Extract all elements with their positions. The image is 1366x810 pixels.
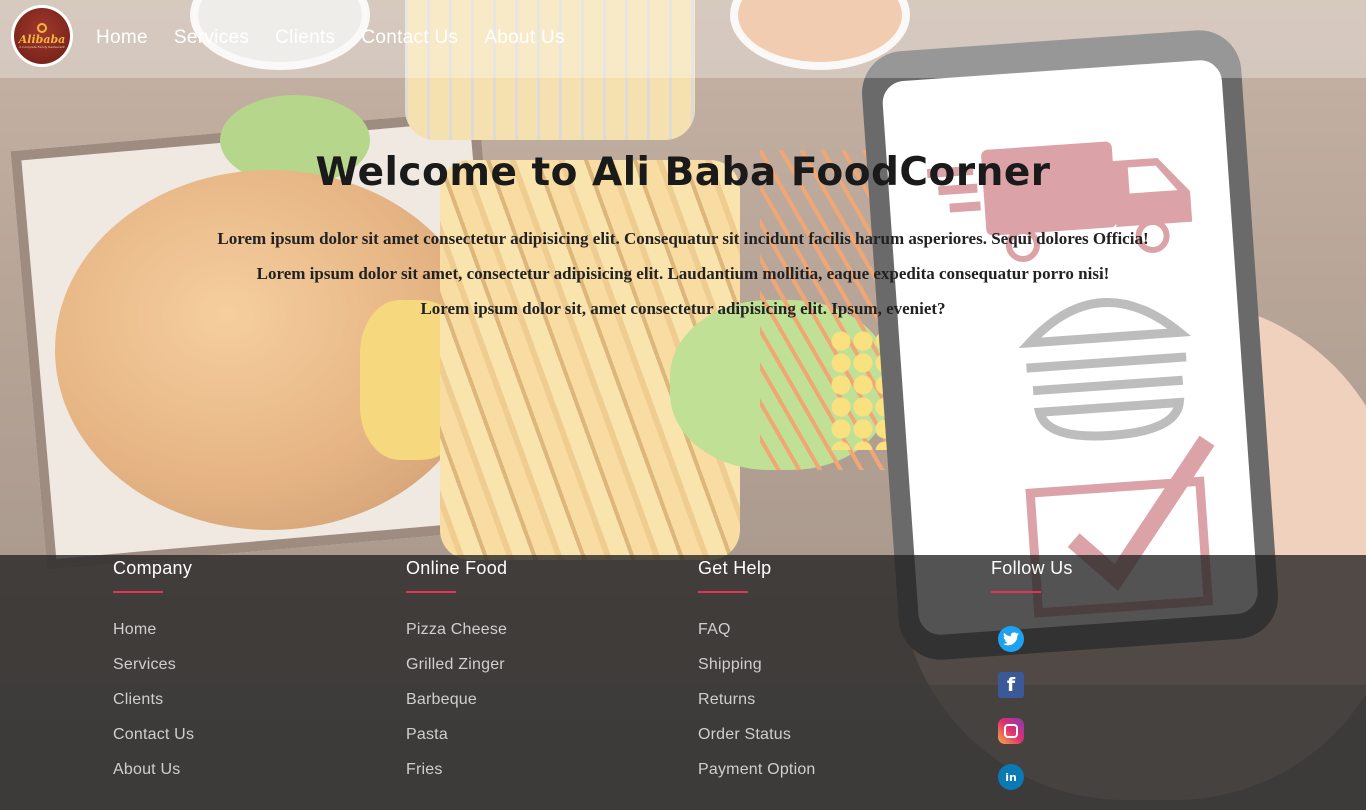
hero-line-2: Lorem ipsum dolor sit amet, consectetur … (256, 264, 1110, 283)
footer-heading-company: Company (113, 558, 193, 578)
footer-link-order-status[interactable]: Order Status (698, 726, 816, 761)
nav-contact-us[interactable]: Contact Us (361, 27, 458, 49)
instagram-icon[interactable] (998, 718, 1024, 744)
footer-link-grilled-zinger[interactable]: Grilled Zinger (406, 656, 507, 691)
hero-line-3: Lorem ipsum dolor sit, amet consectetur … (420, 299, 946, 318)
footer-heading-follow-us: Follow Us (991, 558, 1073, 578)
brand-logo[interactable]: Alibaba A Complete Family Restaurant (11, 5, 73, 67)
hero-line-1: Lorem ipsum dolor sit amet consectetur a… (217, 229, 1149, 248)
footer-link-about-us[interactable]: About Us (113, 761, 194, 796)
social-links: f in (991, 626, 1073, 790)
twitter-icon[interactable] (998, 626, 1024, 652)
footer-column-company: Company Home Services Clients Contact Us… (113, 558, 194, 796)
heading-underline (113, 591, 163, 593)
heading-underline (406, 591, 456, 593)
nav-home[interactable]: Home (96, 27, 148, 49)
nav-clients[interactable]: Clients (275, 27, 335, 49)
logo-tagline: A Complete Family Restaurant (19, 44, 65, 49)
footer-column-get-help: Get Help FAQ Shipping Returns Order Stat… (698, 558, 816, 796)
footer-link-returns[interactable]: Returns (698, 691, 816, 726)
hero-description: Lorem ipsum dolor sit amet consectetur a… (0, 228, 1366, 333)
hero-title: Welcome to Ali Baba FoodCorner (315, 150, 1051, 195)
footer-heading-get-help: Get Help (698, 558, 772, 578)
crown-icon (37, 22, 47, 33)
footer-link-barbeque[interactable]: Barbeque (406, 691, 507, 726)
footer-heading-online-food: Online Food (406, 558, 508, 578)
footer-link-payment-option[interactable]: Payment Option (698, 761, 816, 796)
top-navbar: Alibaba A Complete Family Restaurant Hom… (0, 0, 1366, 78)
footer-link-faq[interactable]: FAQ (698, 621, 816, 656)
main-nav: Home Services Clients Contact Us About U… (96, 27, 565, 49)
footer-link-pizza-cheese[interactable]: Pizza Cheese (406, 621, 507, 656)
footer-column-follow-us: Follow Us f in (991, 558, 1073, 810)
logo-text: Alibaba (18, 32, 66, 46)
footer-link-contact-us[interactable]: Contact Us (113, 726, 194, 761)
heading-underline (698, 591, 748, 593)
footer-link-fries[interactable]: Fries (406, 761, 507, 796)
footer-link-clients[interactable]: Clients (113, 691, 194, 726)
linkedin-icon[interactable]: in (998, 764, 1024, 790)
footer-link-services[interactable]: Services (113, 656, 194, 691)
footer-column-online-food: Online Food Pizza Cheese Grilled Zinger … (406, 558, 507, 796)
nav-about-us[interactable]: About Us (484, 27, 565, 49)
nav-services[interactable]: Services (174, 27, 249, 49)
footer-link-home[interactable]: Home (113, 621, 194, 656)
heading-underline (991, 591, 1041, 593)
footer-link-shipping[interactable]: Shipping (698, 656, 816, 691)
facebook-icon[interactable]: f (998, 672, 1024, 698)
footer-link-pasta[interactable]: Pasta (406, 726, 507, 761)
